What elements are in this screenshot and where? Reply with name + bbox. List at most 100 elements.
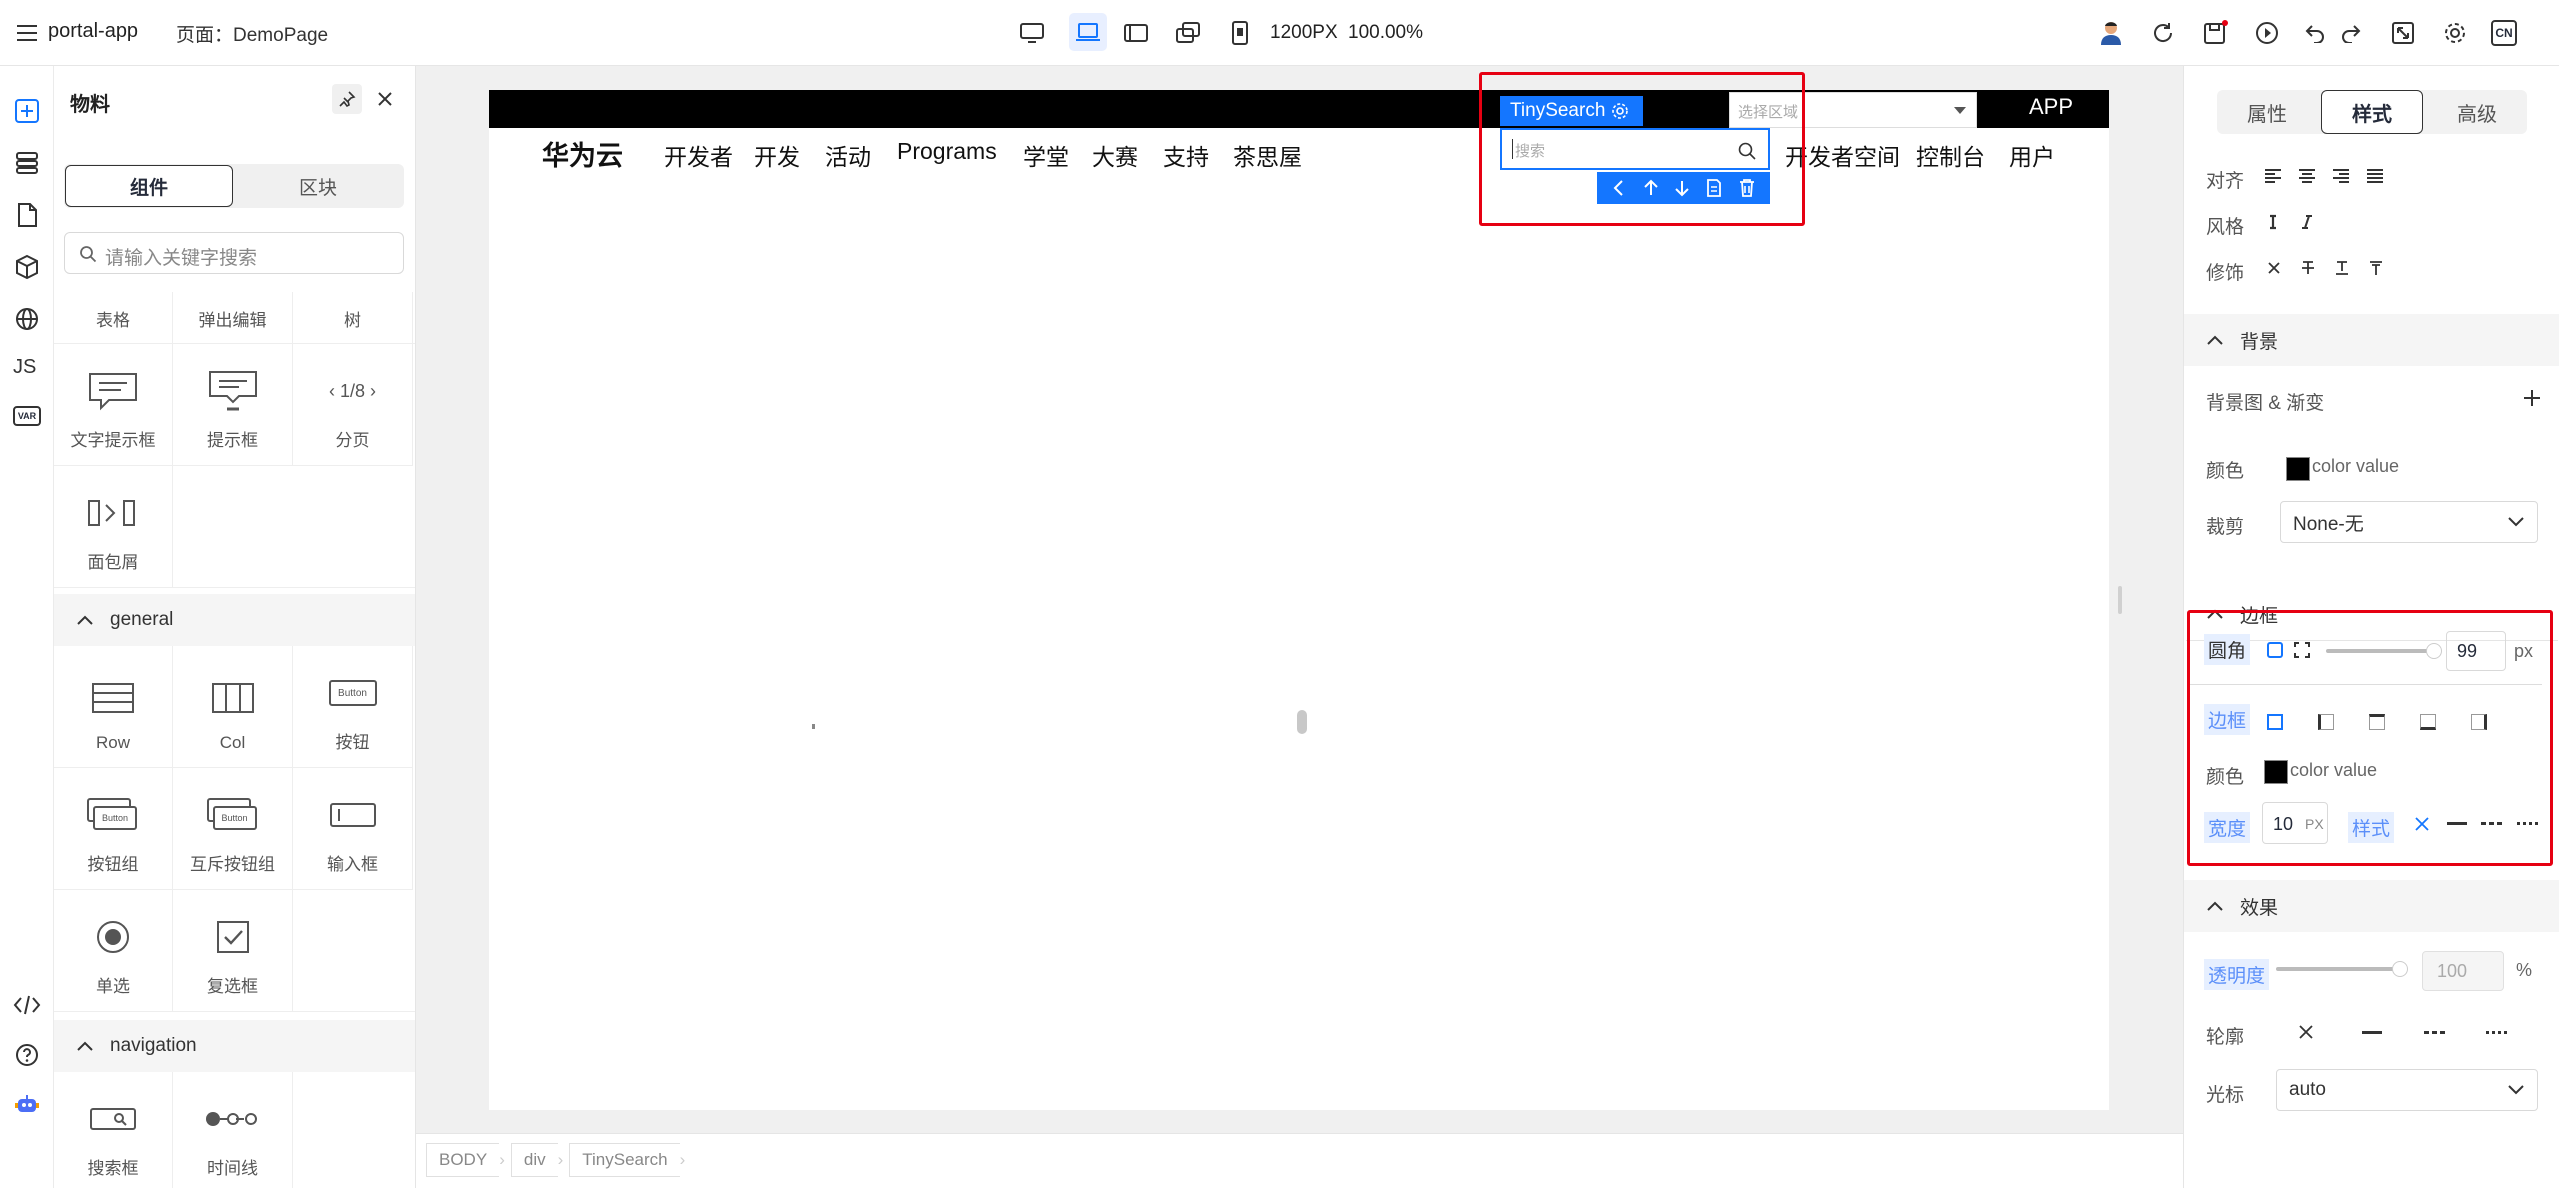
refresh-icon[interactable] <box>2148 18 2178 48</box>
component-popover[interactable]: 提示框 <box>173 344 293 466</box>
tab-advanced[interactable]: 高级 <box>2427 92 2527 132</box>
component-search-box[interactable]: 搜索框 <box>54 1072 173 1188</box>
section-effect[interactable]: 效果 <box>2184 880 2559 932</box>
tab-blocks[interactable]: 区块 <box>234 165 402 207</box>
menu-icon[interactable] <box>14 20 40 46</box>
component-tree[interactable]: 树 <box>293 292 413 344</box>
canvas-width[interactable]: 1200PX <box>1270 22 1338 44</box>
component-button[interactable]: Button 按钮 <box>293 646 413 768</box>
component-tooltip[interactable]: 文字提示框 <box>54 344 173 466</box>
panel-resize-handle[interactable] <box>2118 586 2122 614</box>
help-icon[interactable] <box>12 1040 42 1070</box>
undo-icon[interactable] <box>2300 18 2330 48</box>
no-decoration-icon[interactable] <box>2266 260 2282 276</box>
section-general[interactable]: general <box>54 594 415 646</box>
component-col[interactable]: Col <box>173 646 293 768</box>
nav-console[interactable]: 控制台 <box>1916 138 1985 172</box>
settings-gear-icon[interactable] <box>2440 18 2470 48</box>
redo-icon[interactable] <box>2336 18 2366 48</box>
opacity-slider[interactable] <box>2276 967 2400 971</box>
add-component-icon[interactable] <box>12 96 42 126</box>
component-breadcrumb[interactable]: 面包屑 <box>54 466 173 588</box>
pages-icon[interactable] <box>12 200 42 230</box>
js-panel-icon[interactable]: JS <box>13 356 36 379</box>
align-center-icon[interactable] <box>2298 168 2316 184</box>
component-popeditor[interactable]: 弹出编辑 <box>173 292 293 344</box>
app-link[interactable]: APP <box>2029 94 2073 120</box>
canvas-page[interactable]: 选择区域 APP 华为云 开发者 开发 活动 Programs 学堂 大赛 支持… <box>489 90 2109 1110</box>
nav-activity[interactable]: 活动 <box>825 138 871 172</box>
component-toggle-button-group[interactable]: Button 互斥按钮组 <box>173 768 293 890</box>
add-icon[interactable] <box>2520 386 2544 410</box>
component-input[interactable]: 输入框 <box>293 768 413 890</box>
clip-select[interactable]: None-无 <box>2280 501 2538 543</box>
underline-icon[interactable] <box>2334 260 2350 276</box>
align-right-icon[interactable] <box>2332 168 2350 184</box>
outline-dotted-icon[interactable] <box>2486 1031 2508 1034</box>
tablet-landscape-icon[interactable] <box>1121 18 1151 48</box>
huawei-cloud-logo[interactable]: 华为云 <box>542 134 623 173</box>
nav-user[interactable]: 用户 <box>2009 138 2055 172</box>
desktop-icon[interactable] <box>1017 18 1047 48</box>
robot-assistant-icon[interactable] <box>12 1090 42 1120</box>
breadcrumb-body[interactable]: BODY <box>426 1143 500 1177</box>
nav-academy[interactable]: 学堂 <box>1023 138 1069 172</box>
i18n-globe-icon[interactable] <box>12 304 42 334</box>
component-search-input[interactable]: 请输入关键字搜索 <box>64 232 404 274</box>
activity-bar: JS VAR <box>0 66 54 1188</box>
section-navigation[interactable]: navigation <box>54 1020 415 1072</box>
fullscreen-icon[interactable] <box>2388 18 2418 48</box>
user-avatar-icon[interactable] <box>2096 18 2126 48</box>
opacity-slider-thumb[interactable] <box>2392 961 2408 977</box>
opacity-input[interactable]: 100 <box>2422 951 2504 991</box>
preview-play-icon[interactable] <box>2252 18 2282 48</box>
mobile-icon[interactable] <box>1225 18 1255 48</box>
component-table[interactable]: 表格 <box>54 292 173 344</box>
close-icon[interactable] <box>370 84 400 114</box>
page-name[interactable]: DemoPage <box>233 25 328 46</box>
nav-develop[interactable]: 开发 <box>754 138 800 172</box>
overline-icon[interactable] <box>2368 260 2384 276</box>
nav-developer[interactable]: 开发者 <box>664 138 733 172</box>
tab-components[interactable]: 组件 <box>65 165 233 207</box>
nav-support[interactable]: 支持 <box>1163 138 1209 172</box>
component-checkbox[interactable]: 复选框 <box>173 890 293 1012</box>
breadcrumb-items: BODY › div › TinySearch › <box>426 1142 685 1178</box>
bg-color-value[interactable]: color value <box>2312 456 2399 477</box>
component-radio[interactable]: 单选 <box>54 890 173 1012</box>
strikethrough-icon[interactable] <box>2300 260 2316 276</box>
component-timeline[interactable]: 时间线 <box>173 1072 293 1188</box>
variables-icon[interactable]: VAR <box>13 406 41 426</box>
outline-none-icon[interactable] <box>2296 1022 2316 1042</box>
save-icon[interactable] <box>2200 18 2230 48</box>
align-left-icon[interactable] <box>2264 168 2282 184</box>
language-icon[interactable]: CN <box>2491 20 2517 46</box>
tablet-rotate-icon[interactable] <box>1173 18 1203 48</box>
canvas-drag-handle[interactable] <box>1297 710 1307 734</box>
component-button-group[interactable]: Button 按钮组 <box>54 768 173 890</box>
tab-styles[interactable]: 样式 <box>2321 90 2423 134</box>
source-code-icon[interactable] <box>12 990 42 1020</box>
align-justify-icon[interactable] <box>2366 168 2384 184</box>
tab-properties[interactable]: 属性 <box>2217 92 2317 132</box>
breadcrumb-div[interactable]: div <box>510 1143 558 1177</box>
nav-contest[interactable]: 大赛 <box>1092 138 1138 172</box>
outline-dashed-icon[interactable] <box>2424 1031 2446 1034</box>
nav-tea-house[interactable]: 茶思屋 <box>1233 138 1302 172</box>
button-group-icon-text: Button <box>93 806 137 830</box>
bg-color-swatch[interactable] <box>2286 457 2310 481</box>
nav-programs[interactable]: Programs <box>897 138 997 165</box>
bold-icon[interactable] <box>2266 214 2280 230</box>
breadcrumb-tinysearch[interactable]: TinySearch <box>569 1143 680 1177</box>
cursor-select[interactable]: auto <box>2276 1069 2538 1111</box>
canvas-zoom[interactable]: 100.00% <box>1348 22 1423 44</box>
section-background[interactable]: 背景 <box>2184 314 2559 366</box>
italic-icon[interactable] <box>2300 214 2314 230</box>
component-pager[interactable]: ‹ 1/8 › 分页 <box>293 344 413 466</box>
component-row[interactable]: Row <box>54 646 173 768</box>
laptop-icon[interactable] <box>1069 13 1107 51</box>
blocks-cube-icon[interactable] <box>12 252 42 282</box>
pin-icon[interactable] <box>332 84 362 114</box>
outline-tree-icon[interactable] <box>12 148 42 178</box>
outline-solid-icon[interactable] <box>2362 1031 2382 1034</box>
